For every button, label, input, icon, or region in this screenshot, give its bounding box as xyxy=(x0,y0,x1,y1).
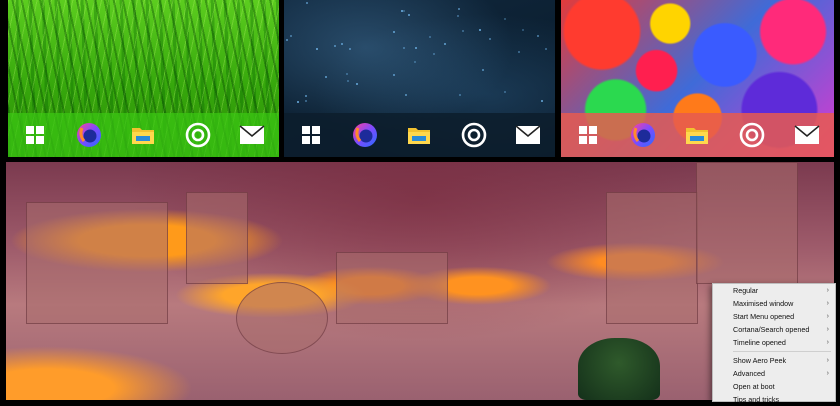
firefox-icon[interactable] xyxy=(74,120,104,150)
star xyxy=(405,94,407,96)
menu-item-show-aero-peek[interactable]: Show Aero Peek › xyxy=(713,354,835,367)
ruin-tower xyxy=(606,192,698,324)
star xyxy=(290,35,292,37)
windows-start-icon[interactable] xyxy=(20,120,50,150)
star xyxy=(522,29,524,31)
star xyxy=(482,69,484,71)
submenu-arrow-icon: › xyxy=(826,370,829,377)
ruin-wall xyxy=(336,252,448,324)
star xyxy=(457,15,459,17)
submenu-arrow-icon: › xyxy=(826,300,829,307)
star xyxy=(393,74,395,76)
star xyxy=(349,48,351,50)
star xyxy=(458,8,460,10)
menu-item-advanced[interactable]: Advanced › xyxy=(713,367,835,380)
menu-item-start-menu-opened[interactable]: Start Menu opened › xyxy=(713,310,835,323)
star xyxy=(489,38,491,40)
star xyxy=(429,36,431,38)
firefox-icon[interactable] xyxy=(628,120,658,150)
groove-music-icon[interactable] xyxy=(183,120,213,150)
star xyxy=(286,39,288,41)
star xyxy=(347,80,349,82)
star xyxy=(356,83,358,85)
tree xyxy=(578,338,660,400)
firefox-icon[interactable] xyxy=(350,120,380,150)
mail-icon[interactable] xyxy=(513,120,543,150)
menu-separator xyxy=(733,351,831,352)
kiva xyxy=(236,282,328,354)
menu-item-label: Open at boot xyxy=(733,382,775,391)
menu-item-label: Advanced xyxy=(733,369,765,378)
star xyxy=(334,45,336,47)
star xyxy=(408,14,410,16)
menu-item-label: Show Aero Peek xyxy=(733,356,787,365)
taskbar-red xyxy=(561,113,834,157)
star xyxy=(325,76,327,78)
star xyxy=(541,100,543,102)
star xyxy=(341,43,343,45)
preview-dark-space xyxy=(284,0,555,157)
star xyxy=(479,29,481,31)
star xyxy=(415,47,417,49)
menu-item-timeline-opened[interactable]: Timeline opened › xyxy=(713,336,835,349)
menu-item-label: Start Menu opened xyxy=(733,312,795,321)
star xyxy=(346,73,348,75)
menu-item-label: Maximised window xyxy=(733,299,794,308)
menu-item-cortana-search-opened[interactable]: Cortana/Search opened › xyxy=(713,323,835,336)
mail-icon[interactable] xyxy=(237,120,267,150)
preview-green-grass xyxy=(8,0,279,157)
menu-item-maximised-window[interactable]: Maximised window › xyxy=(713,297,835,310)
star xyxy=(297,101,299,103)
star xyxy=(401,10,403,12)
submenu-arrow-icon: › xyxy=(826,357,829,364)
star xyxy=(518,51,520,53)
star xyxy=(537,35,539,37)
file-explorer-folder-icon[interactable] xyxy=(404,120,434,150)
star xyxy=(305,95,307,97)
menu-item-label: Cortana/Search opened xyxy=(733,325,810,334)
menu-item-label: Regular xyxy=(733,286,759,295)
star xyxy=(305,100,307,102)
taskbar-dark-blue xyxy=(284,113,555,157)
groove-music-icon[interactable] xyxy=(737,120,767,150)
windows-start-icon[interactable] xyxy=(296,120,326,150)
mail-icon[interactable] xyxy=(792,120,822,150)
submenu-arrow-icon: › xyxy=(826,313,829,320)
preview-colorful-abstract xyxy=(561,0,834,157)
desktop-cliff-dwellings xyxy=(6,162,834,400)
star xyxy=(459,94,461,96)
taskbar-green xyxy=(8,113,279,157)
star xyxy=(316,48,318,50)
windows-start-icon[interactable] xyxy=(573,120,603,150)
menu-item-label: Timeline opened xyxy=(733,338,786,347)
context-menu: Regular › Maximised window › Start Menu open… xyxy=(712,283,836,404)
star xyxy=(444,43,446,45)
submenu-arrow-icon: › xyxy=(826,339,829,346)
star xyxy=(462,30,464,32)
star xyxy=(433,53,435,55)
submenu-arrow-icon: › xyxy=(826,287,829,294)
ruin-tower xyxy=(186,192,248,284)
menu-item-regular[interactable]: Regular › xyxy=(713,284,835,297)
star xyxy=(403,10,405,12)
ruin-wall xyxy=(26,202,168,324)
file-explorer-folder-icon[interactable] xyxy=(682,120,712,150)
star xyxy=(545,48,547,50)
star xyxy=(403,47,405,49)
ruin-wall xyxy=(696,162,798,284)
star xyxy=(306,2,308,4)
star xyxy=(414,61,416,63)
star xyxy=(393,31,395,33)
star xyxy=(504,91,506,93)
groove-music-icon[interactable] xyxy=(459,120,489,150)
submenu-arrow-icon: › xyxy=(826,326,829,333)
menu-item-open-at-boot[interactable]: Open at boot xyxy=(713,380,835,393)
star xyxy=(504,18,506,20)
file-explorer-folder-icon[interactable] xyxy=(128,120,158,150)
